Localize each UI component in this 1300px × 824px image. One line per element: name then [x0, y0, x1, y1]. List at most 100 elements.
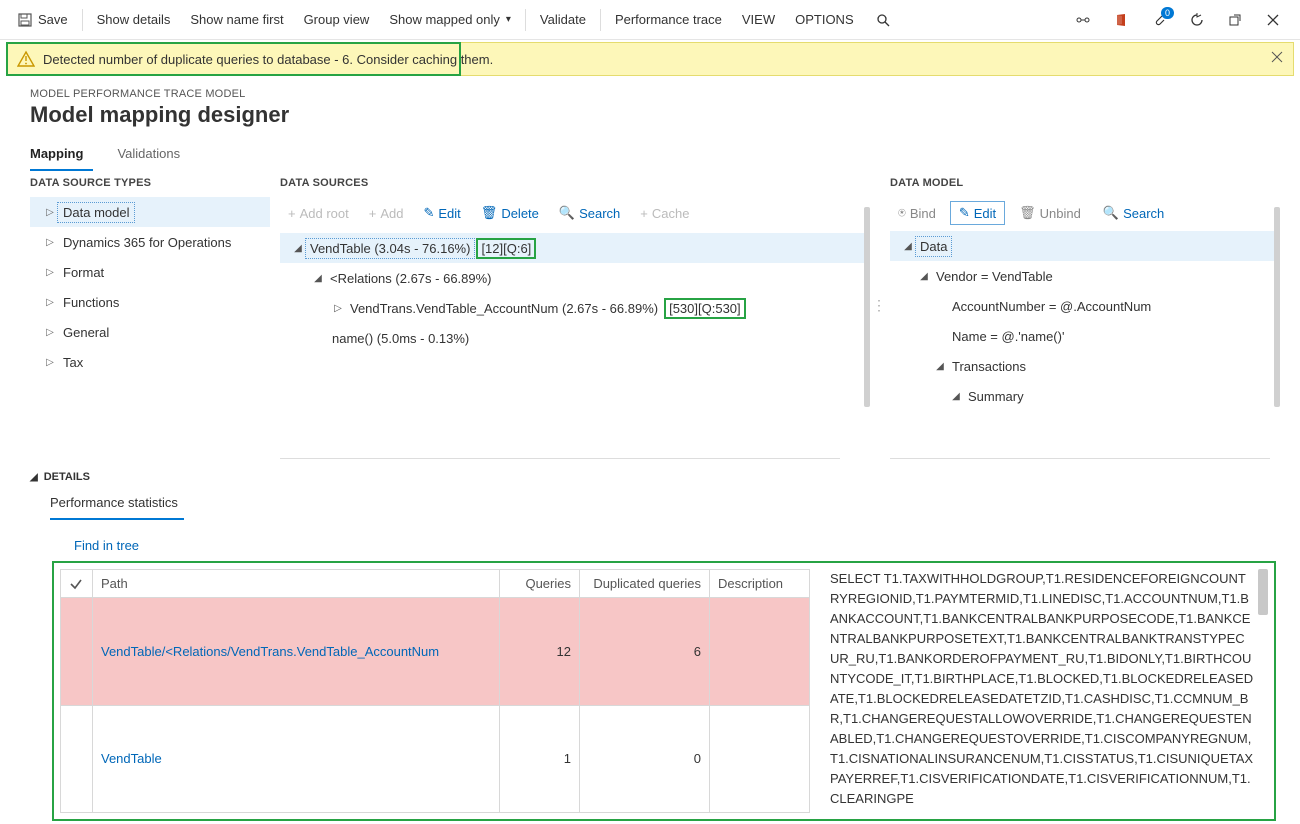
edit-button[interactable]: ✎Edit: [415, 201, 468, 225]
expander-icon[interactable]: ▷: [42, 237, 58, 248]
expander-icon[interactable]: ◢: [290, 243, 306, 254]
ds-node-label: VendTable (3.04s - 76.16%): [306, 239, 474, 258]
show-details-button[interactable]: Show details: [87, 0, 181, 39]
expander-icon[interactable]: ▷: [42, 357, 58, 368]
plus-icon: +: [288, 206, 296, 221]
expander-icon[interactable]: ◢: [948, 391, 964, 402]
options-menu[interactable]: OPTIONS: [785, 0, 864, 39]
bind-button[interactable]: ⍟Bind: [890, 202, 944, 224]
data-source-types-heading: DATA SOURCE TYPES: [30, 177, 270, 197]
scrollbar[interactable]: [1258, 569, 1268, 615]
sql-text: SELECT T1.TAXWITHHOLDGROUP,T1.RESIDENCEF…: [830, 571, 1253, 806]
cache-label: Cache: [652, 206, 690, 221]
col-desc[interactable]: Description: [710, 570, 810, 598]
dm-node-label: AccountNumber = @.AccountNum: [948, 297, 1155, 316]
cell-check[interactable]: [61, 705, 93, 813]
type-functions[interactable]: ▷ Functions: [30, 287, 270, 317]
dm-node-vendor[interactable]: ◢ Vendor = VendTable: [890, 261, 1280, 291]
expander-icon[interactable]: ▷: [42, 327, 58, 338]
expander-icon[interactable]: ▷: [330, 303, 346, 314]
table-row[interactable]: VendTable/<Relations/VendTrans.VendTable…: [61, 598, 810, 706]
scrollbar[interactable]: [864, 207, 870, 407]
performance-trace-label: Performance trace: [615, 12, 722, 27]
cell-path[interactable]: VendTable/<Relations/VendTrans.VendTable…: [93, 598, 500, 706]
dm-node-label: Data: [916, 237, 951, 256]
dm-search-button[interactable]: 🔍Search: [1095, 202, 1172, 224]
expander-icon[interactable]: ◢: [900, 241, 916, 252]
view-menu[interactable]: VIEW: [732, 0, 785, 39]
dm-edit-button[interactable]: ✎Edit: [950, 201, 1005, 225]
table-row[interactable]: VendTable 1 0: [61, 705, 810, 813]
unbind-button[interactable]: 🗑Unbind: [1011, 202, 1089, 224]
cell-dup: 0: [580, 705, 710, 813]
col-check[interactable]: [61, 570, 93, 598]
col-path[interactable]: Path: [93, 570, 500, 598]
attachments-button[interactable]: 0: [1140, 0, 1178, 39]
search-icon: 🔍: [1103, 205, 1119, 221]
warning-close-button[interactable]: [1271, 51, 1283, 63]
show-name-first-button[interactable]: Show name first: [180, 0, 293, 39]
link-icon-button[interactable]: [1064, 0, 1102, 39]
search-label: Search: [579, 206, 620, 221]
refresh-button[interactable]: [1178, 0, 1216, 39]
office-icon-button[interactable]: [1102, 0, 1140, 39]
delete-button[interactable]: 🗑Delete: [473, 201, 547, 225]
popout-button[interactable]: [1216, 0, 1254, 39]
show-mapped-only-button[interactable]: Show mapped only ▾: [379, 0, 521, 39]
expander-icon[interactable]: ◢: [932, 361, 948, 372]
breadcrumb: MODEL PERFORMANCE TRACE MODEL: [0, 82, 1300, 102]
performance-trace-button[interactable]: Performance trace: [605, 0, 732, 39]
col-queries[interactable]: Queries: [500, 570, 580, 598]
search-button[interactable]: [864, 0, 902, 39]
tab-mapping[interactable]: Mapping: [30, 140, 93, 171]
ds-node-relations[interactable]: ◢ <Relations (2.67s - 66.89%): [280, 263, 870, 293]
close-icon: [1264, 11, 1282, 29]
search-button[interactable]: 🔍 Search: [551, 201, 628, 225]
col-dup[interactable]: Duplicated queries: [580, 570, 710, 598]
type-d365[interactable]: ▷ Dynamics 365 for Operations: [30, 227, 270, 257]
dm-node-transactions[interactable]: ◢ Transactions: [890, 351, 1280, 381]
search-icon: 🔍: [559, 205, 575, 221]
ds-node-label: VendTrans.VendTable_AccountNum (2.67s - …: [346, 299, 662, 318]
sql-preview-pane: ⋮ SELECT T1.TAXWITHHOLDGROUP,T1.RESIDENC…: [830, 569, 1268, 813]
tab-performance-statistics[interactable]: Performance statistics: [50, 489, 184, 520]
dm-node-summary[interactable]: ◢ Summary: [890, 381, 1280, 411]
cell-check[interactable]: [61, 598, 93, 706]
add-button: +Add: [361, 202, 412, 225]
expander-icon[interactable]: ◢: [916, 271, 932, 282]
type-general[interactable]: ▷ General: [30, 317, 270, 347]
view-label: VIEW: [742, 12, 775, 27]
dm-node-account[interactable]: AccountNumber = @.AccountNum: [890, 291, 1280, 321]
ds-node-name-fn[interactable]: name() (5.0ms - 0.13%): [280, 323, 870, 353]
divider: [280, 458, 840, 459]
cell-path[interactable]: VendTable: [93, 705, 500, 813]
find-in-tree-link[interactable]: Find in tree: [74, 538, 1300, 553]
expander-icon[interactable]: ◢: [310, 273, 326, 284]
validate-button[interactable]: Validate: [530, 0, 596, 39]
type-data-model[interactable]: ▷ Data model: [30, 197, 270, 227]
scrollbar[interactable]: [1274, 207, 1280, 407]
delete-label: Delete: [501, 206, 539, 221]
group-view-label: Group view: [304, 12, 370, 27]
type-format[interactable]: ▷ Format: [30, 257, 270, 287]
expander-icon[interactable]: ▷: [42, 267, 58, 278]
expander-icon[interactable]: ▷: [42, 297, 58, 308]
tab-validations[interactable]: Validations: [117, 140, 190, 171]
dm-node-data[interactable]: ◢ Data: [890, 231, 1280, 261]
chevron-down-icon: ▾: [506, 14, 511, 25]
splitter-handle[interactable]: ⋮: [872, 297, 886, 314]
main-columns: DATA SOURCE TYPES ▷ Data model ▷ Dynamic…: [0, 171, 1300, 453]
ds-node-vendtrans[interactable]: ▷ VendTrans.VendTable_AccountNum (2.67s …: [280, 293, 870, 323]
dm-node-name[interactable]: Name = @.'name()': [890, 321, 1280, 351]
plus-icon: +: [369, 206, 377, 221]
ds-node-label: name() (5.0ms - 0.13%): [328, 329, 473, 348]
ds-node-vendtable[interactable]: ◢ VendTable (3.04s - 76.16%) [12][Q:6]: [280, 233, 870, 263]
group-view-button[interactable]: Group view: [294, 0, 380, 39]
expander-icon[interactable]: ▷: [42, 207, 58, 218]
attachment-icon: 0: [1150, 11, 1168, 29]
save-button[interactable]: Save: [8, 0, 78, 39]
close-button[interactable]: [1254, 0, 1292, 39]
trash-icon: 🗑: [481, 205, 498, 221]
cell-desc: [710, 598, 810, 706]
type-tax[interactable]: ▷ Tax: [30, 347, 270, 377]
